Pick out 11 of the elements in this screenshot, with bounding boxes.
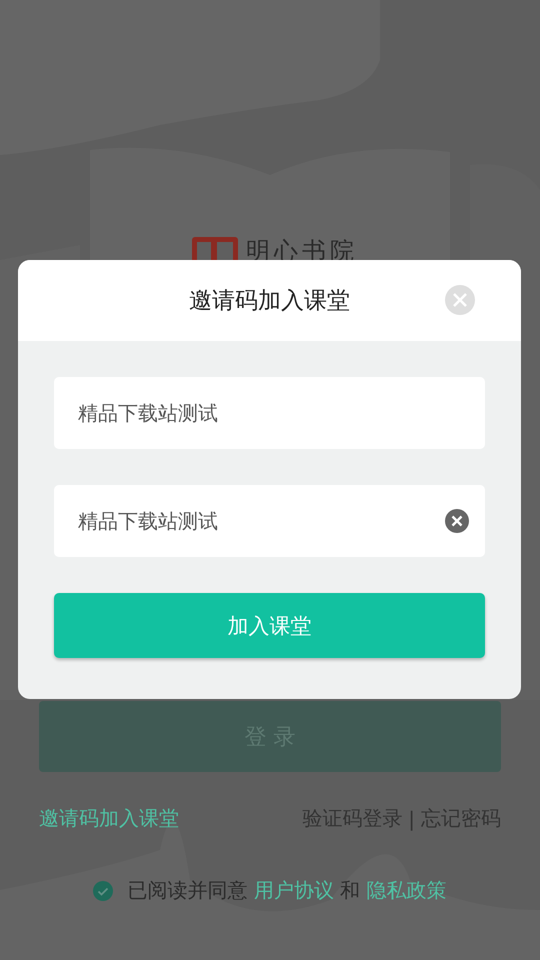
input-field[interactable]: 精品下载站测试 — [54, 377, 485, 449]
invite-code-link[interactable]: 邀请码加入课堂 — [39, 805, 179, 832]
separator: | — [408, 806, 415, 830]
agreement-link[interactable]: 隐私政策 — [366, 878, 447, 902]
join-class-button[interactable]: 加入课堂 — [54, 593, 485, 658]
input-field[interactable]: 精品下载站测试 — [54, 485, 485, 557]
checkbox[interactable] — [93, 880, 114, 900]
dialog-title: 邀请码加入课堂 — [189, 287, 350, 316]
agreement-link[interactable]: 用户协议 — [254, 878, 334, 902]
clear-icon[interactable] — [445, 509, 469, 533]
close-icon[interactable] — [445, 285, 475, 315]
